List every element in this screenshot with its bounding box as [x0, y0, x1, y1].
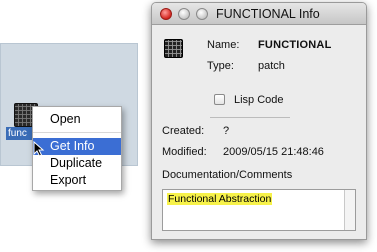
menu-separator: [33, 132, 121, 133]
created-label: Created:: [162, 125, 205, 137]
name-value: FUNCTIONAL: [258, 39, 332, 51]
zoom-button[interactable]: [196, 8, 208, 20]
close-button[interactable]: [160, 8, 172, 20]
lisp-code-checkbox[interactable]: [214, 94, 225, 105]
documentation-textarea[interactable]: Functional Abstraction: [162, 189, 356, 231]
patch-icon: [164, 39, 183, 58]
context-menu: Open Get Info Duplicate Export: [32, 106, 122, 191]
name-label: Name:: [207, 39, 240, 51]
window-title: FUNCTIONAL Info: [216, 7, 320, 21]
window-titlebar[interactable]: FUNCTIONAL Info: [152, 3, 366, 25]
menu-item-open[interactable]: Open: [33, 111, 121, 128]
lisp-code-option[interactable]: Lisp Code: [214, 94, 284, 108]
created-value: ?: [223, 125, 230, 137]
modified-label: Modified:: [162, 146, 207, 158]
documentation-text: Functional Abstraction: [167, 193, 273, 205]
menu-item-get-info[interactable]: Get Info: [33, 138, 121, 155]
documentation-scrollbar[interactable]: [344, 190, 355, 230]
mouse-pointer-icon: [33, 141, 45, 157]
type-value: patch: [258, 60, 285, 72]
desktop-panel: func Open Get Info Duplicate Export: [0, 43, 138, 191]
type-label: Type:: [207, 60, 234, 72]
minimize-button[interactable]: [178, 8, 190, 20]
divider: [210, 117, 290, 118]
modified-value: 2009/05/15 21:48:46: [223, 146, 324, 158]
info-window: FUNCTIONAL Info Name: FUNCTIONAL Type: p…: [151, 2, 367, 240]
lisp-code-label: Lisp Code: [234, 94, 284, 106]
menu-item-duplicate[interactable]: Duplicate: [33, 155, 121, 172]
menu-item-export[interactable]: Export: [33, 172, 121, 189]
documentation-label: Documentation/Comments: [162, 169, 293, 181]
